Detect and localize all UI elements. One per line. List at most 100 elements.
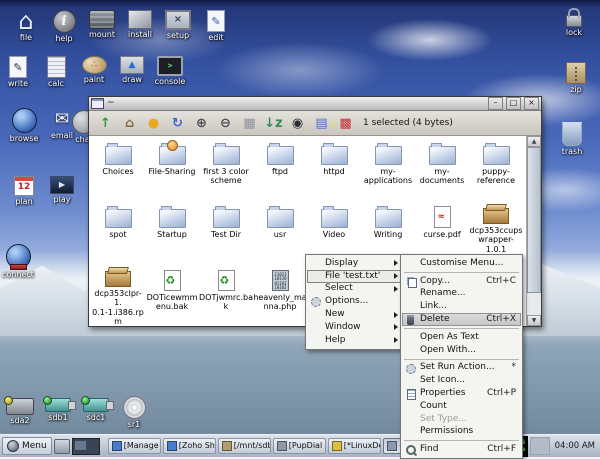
menu-item-link[interactable]: Link...: [402, 300, 521, 313]
refresh-icon[interactable]: ↻: [170, 115, 185, 132]
file-my-applications[interactable]: my- applications: [361, 137, 415, 200]
menu-item-select[interactable]: Select: [307, 283, 403, 296]
submenu-arrow-icon: [394, 285, 398, 292]
menu-item-shortcut: Ctrl+X: [486, 314, 516, 325]
taskbar-task-manage[interactable]: [Manage A: [107, 438, 161, 454]
menu-item-help[interactable]: Help: [307, 334, 403, 347]
file-my-documents[interactable]: my- documents: [415, 137, 469, 200]
desktop-icon-label: edit: [208, 33, 224, 42]
desktop-pager[interactable]: [71, 437, 100, 455]
file-ftpd[interactable]: ftpd: [253, 137, 307, 200]
desktop-icon-lock[interactable]: lock: [556, 6, 592, 37]
menu-item-set-run-action[interactable]: Set Run Action... *: [402, 362, 521, 375]
desktop-icon-write[interactable]: ✎ write: [0, 56, 36, 88]
file-icon: [104, 141, 132, 165]
desktop-icon-help[interactable]: i help: [46, 10, 82, 43]
file-dotjwmrc-bak[interactable]: DOTjwmrc.ba k: [199, 263, 253, 326]
scroll-up-icon[interactable]: ▲: [527, 136, 541, 147]
submenu-arrow-icon: [394, 337, 398, 344]
menu-item-permissions[interactable]: Permissions: [402, 426, 521, 439]
window-titlebar[interactable]: ~ – □ ×: [89, 97, 541, 111]
desktop-icon-setup[interactable]: × setup: [160, 10, 196, 40]
menu-item-set-icon[interactable]: Set Icon...: [402, 374, 521, 387]
scrollbar[interactable]: ▲ ▼: [526, 136, 541, 326]
menu-item-set-type[interactable]: Set Type...: [402, 413, 521, 426]
taskbar-task-mnt-sdb[interactable]: [/mnt/sdb: [217, 438, 271, 454]
zoom-in-icon[interactable]: ⊕: [194, 115, 209, 132]
menu-button[interactable]: Menu: [2, 437, 52, 455]
desktop-icon-draw[interactable]: ▲ draw: [114, 56, 150, 84]
menu-item-icon-slot: [406, 376, 416, 386]
taskbar-task-pupdial[interactable]: [PupDial n: [272, 438, 326, 454]
menu-item-delete[interactable]: Delete Ctrl+X: [402, 313, 521, 326]
minimize-button[interactable]: –: [488, 97, 503, 110]
desktop-icon-zip[interactable]: zip: [558, 62, 594, 94]
menu-item-open-with[interactable]: Open With...: [402, 344, 521, 357]
close-button[interactable]: ×: [524, 97, 539, 110]
scrollbar-thumb[interactable]: [527, 147, 541, 293]
select-icon[interactable]: ▩: [338, 115, 353, 132]
desktop-icon-browse[interactable]: browse: [6, 108, 42, 143]
submenu-arrow-icon: [394, 324, 398, 331]
file-first-3-color-scheme[interactable]: first 3 color scheme: [199, 137, 253, 200]
menu-item-file-test-txt[interactable]: File 'test.txt': [307, 269, 403, 283]
menu-item-options[interactable]: Options...: [307, 295, 403, 308]
menu-item-open-as-text[interactable]: Open As Text: [402, 331, 521, 344]
desktop-icon-play[interactable]: ▶ play: [44, 176, 80, 204]
icons-view-icon[interactable]: ▦: [242, 115, 257, 132]
screen-applet-icon[interactable]: [53, 438, 70, 454]
desktop-icon-art: i: [52, 10, 76, 33]
zoom-out-icon[interactable]: ⊖: [218, 115, 233, 132]
file-test-dir[interactable]: Test Dir: [199, 200, 253, 263]
context-menu: Display File 'test.txt' Select Options..…: [305, 254, 405, 350]
file-choices[interactable]: Choices: [91, 137, 145, 200]
sort-icon[interactable]: ↓z: [264, 115, 282, 132]
taskbar-task-zoho[interactable]: [Zoho She: [162, 438, 216, 454]
scroll-down-icon[interactable]: ▼: [527, 315, 541, 326]
menu-item-label: Set Type...: [420, 413, 467, 424]
desktop-icon-console[interactable]: > console: [152, 56, 188, 86]
menu-item-display[interactable]: Display: [307, 257, 403, 270]
menu-item-count[interactable]: Count: [402, 400, 521, 413]
file-spot[interactable]: spot: [91, 200, 145, 263]
desktop-icon-calc[interactable]: calc: [38, 56, 74, 88]
taskbar-task-linuxde[interactable]: [*LinuxDe: [327, 438, 381, 454]
desktop-icon-connect[interactable]: connect: [0, 244, 36, 279]
task-label: [Zoho She: [178, 441, 216, 450]
desktop-icon-sdb1[interactable]: sdb1: [40, 396, 76, 422]
file-file-sharing[interactable]: File-Sharing: [145, 137, 199, 200]
show-hidden-icon[interactable]: ◉: [290, 115, 305, 132]
file-doticewmmenu-bak[interactable]: DOTicewmm enu.bak: [145, 263, 199, 326]
file-startup[interactable]: Startup: [145, 200, 199, 263]
file-puppy-reference[interactable]: puppy- reference: [469, 137, 523, 200]
desktop-icon-mount[interactable]: mount: [84, 10, 120, 39]
list-view-icon[interactable]: ▤: [314, 115, 329, 132]
menu-item-copy[interactable]: Copy... Ctrl+C: [402, 275, 521, 288]
desktop-icon-sda2[interactable]: sda2: [2, 396, 38, 425]
menu-item-window[interactable]: Window: [307, 321, 403, 334]
desktop-icon-edit[interactable]: ✎ edit: [198, 10, 234, 42]
maximize-button[interactable]: □: [506, 97, 521, 110]
desktop-icon-label: sda2: [10, 416, 30, 425]
file-dcp353clpr-rpm[interactable]: dcp353clpr-1. 0.1-1.i386.rp m: [91, 263, 145, 326]
bookmarks-icon[interactable]: ●: [146, 115, 161, 132]
file-usr[interactable]: usr: [253, 200, 307, 263]
desktop-icon-sdc1[interactable]: sdc1: [78, 396, 114, 422]
up-icon[interactable]: ↑: [98, 115, 113, 132]
desktop-icon-plan[interactable]: 12 plan: [6, 176, 42, 206]
desktop-icon-file[interactable]: ⌂ file: [8, 9, 44, 42]
desktop-icon-trash[interactable]: trash: [554, 122, 590, 156]
menu-item-properties[interactable]: Properties Ctrl+P: [402, 387, 521, 401]
menu-item-new[interactable]: New: [307, 308, 403, 321]
home-icon[interactable]: ⌂: [122, 115, 137, 132]
desktop-icon-sr1[interactable]: sr1: [116, 396, 152, 429]
file-icon: [266, 141, 294, 165]
menu-item-find[interactable]: Find Ctrl+F: [402, 443, 521, 456]
menu-item-customise-menu[interactable]: Customise Menu...: [402, 257, 521, 270]
menu-item-rename[interactable]: Rename...: [402, 288, 521, 301]
file-heavenly-manna-php[interactable]: heavenly_ma nna.php: [253, 263, 307, 326]
desktop-icon-paint[interactable]: ∴ paint: [76, 56, 112, 84]
file-httpd[interactable]: httpd: [307, 137, 361, 200]
desktop-icon-install[interactable]: install: [122, 10, 158, 39]
file-submenu: Customise Menu... Copy... Ctrl+C Rename.…: [400, 254, 523, 459]
